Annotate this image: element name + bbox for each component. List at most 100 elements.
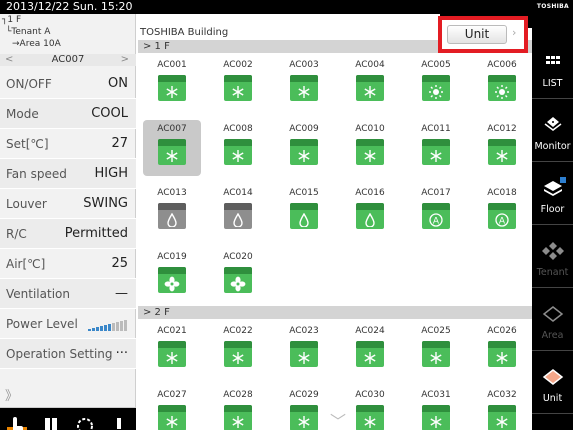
unit-tile[interactable]: AC013 (143, 184, 201, 240)
unit-name: AC016 (355, 188, 385, 198)
unit-name: AC032 (487, 390, 517, 400)
unit-tile[interactable]: AC016 (341, 184, 399, 240)
book-button[interactable] (34, 408, 68, 430)
unit-tile[interactable]: AC010 (341, 120, 399, 176)
tree-floor[interactable]: ┐1 F (2, 15, 21, 25)
dry-mode-icon (224, 203, 252, 229)
unit-name: AC019 (157, 252, 187, 262)
unit-name: AC003 (289, 60, 319, 70)
unit-tile[interactable]: AC025 (407, 322, 465, 378)
unit-tile[interactable]: AC023 (275, 322, 333, 378)
unit-name: AC009 (289, 124, 319, 134)
setting-row[interactable]: Ventilation — (0, 279, 136, 309)
unit-tile[interactable]: AC032 (473, 386, 531, 430)
prev-unit-button[interactable]: < (5, 54, 13, 66)
area-icon (540, 303, 566, 325)
unit-name: AC012 (487, 124, 517, 134)
setting-label: Set[℃] (6, 137, 49, 151)
dry-mode-icon (158, 203, 186, 229)
unit-tile[interactable]: AC011 (407, 120, 465, 176)
unit-tile[interactable]: AC020 (209, 248, 267, 304)
setting-row[interactable]: ON/OFF ON (0, 69, 136, 99)
setting-value: Permitted (64, 226, 128, 241)
cool-mode-icon (488, 341, 516, 367)
unit-name: AC010 (355, 124, 385, 134)
setting-label: Air[℃] (6, 257, 46, 271)
dotted-circle-icon (77, 418, 93, 430)
monitor-icon (540, 114, 566, 136)
menu-label: Monitor (534, 141, 571, 152)
scroll-down-icon[interactable]: ﹀ (330, 408, 346, 430)
side-panel: ┐1 F └Tenant A →Area 10A AC007 < > ON/OF… (0, 14, 136, 430)
menu-floor-button[interactable]: Floor (532, 162, 573, 225)
unit-name: AC004 (355, 60, 385, 70)
unit-tile[interactable]: AC015 (275, 184, 333, 240)
unit-tile[interactable]: AC006 (473, 56, 531, 112)
unit-tile[interactable]: AC012 (473, 120, 531, 176)
setting-row[interactable]: Air[℃] 25 (0, 249, 136, 279)
unit-tile[interactable]: AC029 (275, 386, 333, 430)
unit-tile[interactable]: AC030 (341, 386, 399, 430)
menu-unit-button[interactable]: Unit (532, 351, 573, 414)
setting-row[interactable]: R/C Permitted (0, 219, 136, 249)
schedule-button[interactable] (68, 408, 102, 430)
unit-tile[interactable]: AC019 (143, 248, 201, 304)
toshiba-logo: TOSHIBA (536, 3, 569, 10)
cool-mode-icon (356, 139, 384, 165)
tree-area[interactable]: →Area 10A (12, 39, 61, 49)
menu-tenant-button[interactable]: Tenant (532, 225, 573, 288)
menu-monitor-button[interactable]: Monitor (532, 99, 573, 162)
unit-icon (540, 366, 566, 388)
unit-tile[interactable]: AC009 (275, 120, 333, 176)
current-unit-label: AC007 (51, 54, 85, 65)
unit-tile[interactable]: AC007 (143, 120, 201, 176)
datetime: 2013/12/22 Sun. 15:20 (6, 0, 133, 13)
unit-name: AC028 (223, 390, 253, 400)
unit-tile[interactable]: AC003 (275, 56, 333, 112)
auto-mode-icon: A (488, 203, 516, 229)
setting-row[interactable]: Set[℃] 27 (0, 129, 136, 159)
unit-tile[interactable]: AC026 (473, 322, 531, 378)
unit-tile[interactable]: AC022 (209, 322, 267, 378)
next-unit-button[interactable]: > (121, 54, 129, 66)
unit-name: AC026 (487, 326, 517, 336)
expand-panel-button[interactable]: 》 (0, 380, 136, 408)
unit-tile[interactable]: AC014 (209, 184, 267, 240)
setting-value: 27 (111, 136, 128, 151)
unit-name: AC021 (157, 326, 187, 336)
unit-name: AC002 (223, 60, 253, 70)
svg-text:A: A (433, 216, 440, 226)
hand-tool-button[interactable] (0, 408, 34, 430)
menu-area-button[interactable]: Area (532, 288, 573, 351)
unit-tile[interactable]: AC017 A (407, 184, 465, 240)
unit-tile[interactable]: AC031 (407, 386, 465, 430)
setting-row[interactable]: Power Level (0, 309, 136, 339)
setting-row[interactable]: Louver SWING (0, 189, 136, 219)
unit-name: AC008 (223, 124, 253, 134)
unit-tile[interactable]: AC005 (407, 56, 465, 112)
setting-label: Mode (6, 107, 39, 121)
cool-mode-icon (158, 139, 186, 165)
unit-tile[interactable]: AC021 (143, 322, 201, 378)
unit-tile[interactable]: AC024 (341, 322, 399, 378)
unit-tile[interactable]: AC001 (143, 56, 201, 112)
unit-tile[interactable]: AC028 (209, 386, 267, 430)
bottom-toolbar (0, 408, 136, 430)
unit-tile[interactable]: AC004 (341, 56, 399, 112)
unit-button[interactable]: Unit (447, 25, 507, 44)
dry-mode-icon (290, 203, 318, 229)
alarm-button[interactable] (102, 408, 136, 430)
setting-value: COOL (91, 106, 128, 121)
floor-header[interactable]: > 2 F (138, 306, 532, 319)
setting-row[interactable]: Fan speed HIGH (0, 159, 136, 189)
unit-name: AC007 (157, 124, 187, 134)
unit-tile[interactable]: AC002 (209, 56, 267, 112)
unit-name: AC022 (223, 326, 253, 336)
tree-tenant[interactable]: └Tenant A (6, 27, 50, 37)
setting-row[interactable]: Mode COOL (0, 99, 136, 129)
setting-row[interactable]: Operation Setting ··· (0, 339, 136, 369)
unit-tile[interactable]: AC008 (209, 120, 267, 176)
unit-tile[interactable]: AC027 (143, 386, 201, 430)
unit-tile[interactable]: AC018 A (473, 184, 531, 240)
menu-list-button[interactable]: LIST (532, 36, 573, 99)
